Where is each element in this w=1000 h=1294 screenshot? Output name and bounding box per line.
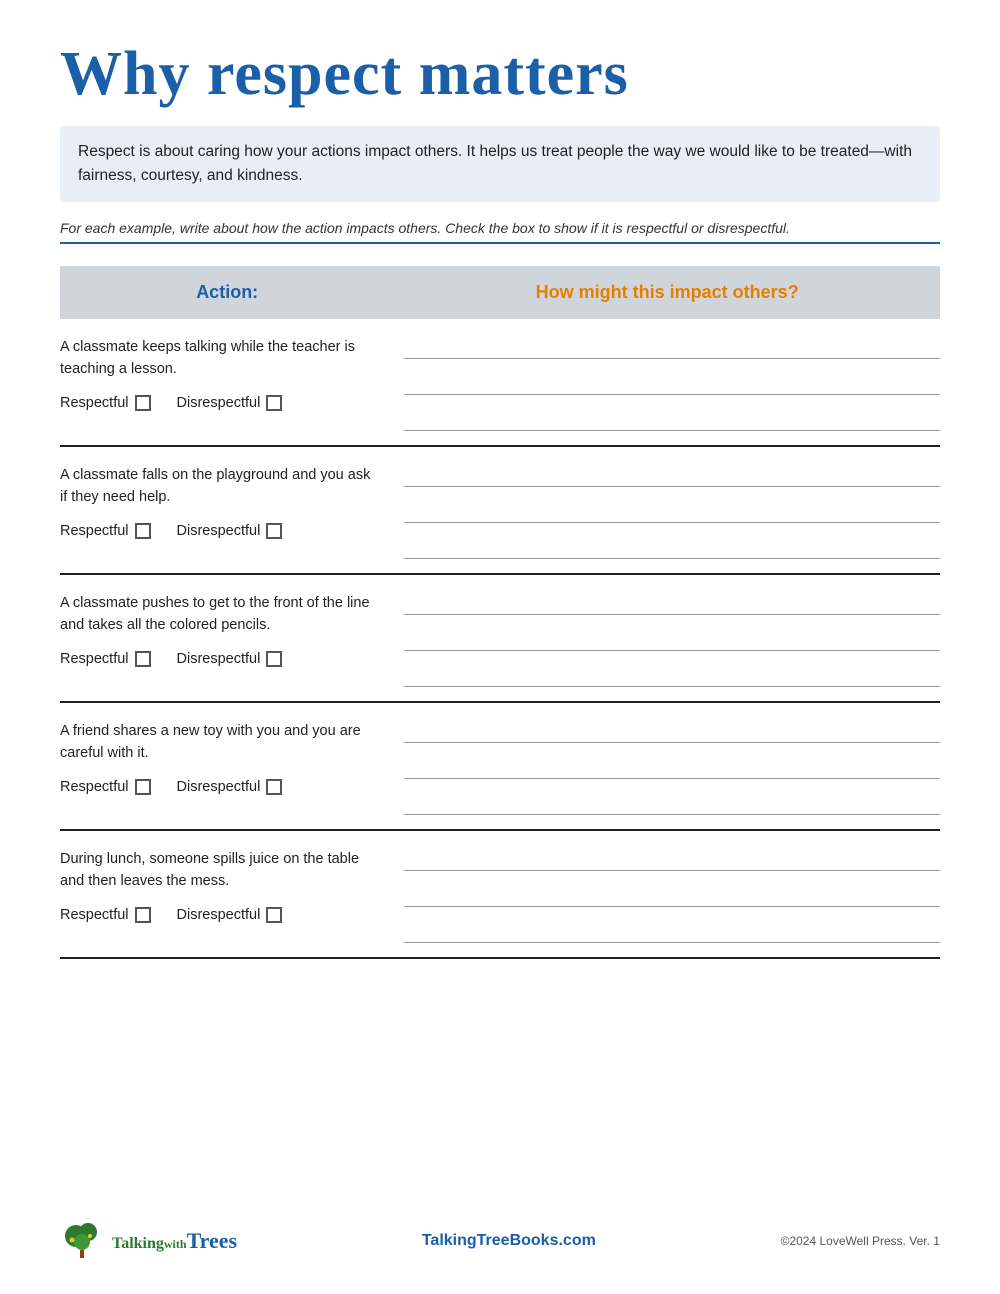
respectful-group-1: Respectful [60,395,151,411]
col-action-header: Action: [60,266,394,319]
respectful-checkbox-5[interactable] [135,907,151,923]
logo-trees: Trees [187,1228,238,1254]
scenario-left-1: A classmate keeps talking while the teac… [60,337,394,431]
respectful-group-3: Respectful [60,651,151,667]
footer-url: TalkingTreeBooks.com [422,1232,596,1250]
intro-box: Respect is about caring how your actions… [60,126,940,202]
write-line-4-1[interactable] [404,757,940,779]
logo-text-group: Talking with Trees [112,1228,237,1254]
scenario-right-3 [394,593,940,687]
scenario-right-4 [394,721,940,815]
write-line-1-0[interactable] [404,337,940,359]
scenario-text-3: A classmate pushes to get to the front o… [60,593,374,637]
page-title: Why respect matters [60,40,940,108]
respectful-label-1: Respectful [60,395,129,411]
write-line-2-0[interactable] [404,465,940,487]
logo-with: with [164,1237,187,1252]
disrespectful-group-1: Disrespectful [177,395,283,411]
write-line-1-1[interactable] [404,373,940,395]
instruction-text: For each example, write about how the ac… [60,220,940,244]
disrespectful-label-3: Disrespectful [177,651,261,667]
checkbox-row-5: Respectful Disrespectful [60,907,374,923]
write-line-5-1[interactable] [404,885,940,907]
write-line-3-1[interactable] [404,629,940,651]
disrespectful-group-5: Disrespectful [177,907,283,923]
scenario-row-1: A classmate keeps talking while the teac… [60,319,940,447]
scenario-left-3: A classmate pushes to get to the front o… [60,593,394,687]
disrespectful-label-5: Disrespectful [177,907,261,923]
logo-talking: Talking [112,1235,164,1253]
checkbox-row-2: Respectful Disrespectful [60,523,374,539]
footer-copyright: ©2024 LoveWell Press. Ver. 1 [781,1234,940,1248]
respectful-label-3: Respectful [60,651,129,667]
disrespectful-checkbox-3[interactable] [266,651,282,667]
scenario-text-2: A classmate falls on the playground and … [60,465,374,509]
scenario-right-2 [394,465,940,559]
respectful-label-5: Respectful [60,907,129,923]
logo-icon [60,1218,106,1264]
scenario-text-5: During lunch, someone spills juice on th… [60,849,374,893]
respectful-label-4: Respectful [60,779,129,795]
disrespectful-checkbox-1[interactable] [266,395,282,411]
disrespectful-group-4: Disrespectful [177,779,283,795]
write-line-4-2[interactable] [404,793,940,815]
scenario-row-4: A friend shares a new toy with you and y… [60,703,940,831]
disrespectful-label-2: Disrespectful [177,523,261,539]
disrespectful-checkbox-2[interactable] [266,523,282,539]
scenario-text-1: A classmate keeps talking while the teac… [60,337,374,381]
footer-logo: Talking with Trees [60,1218,237,1264]
respectful-group-5: Respectful [60,907,151,923]
disrespectful-checkbox-4[interactable] [266,779,282,795]
write-line-5-2[interactable] [404,921,940,943]
main-table: Action: How might this impact others? A … [60,266,940,959]
respectful-checkbox-1[interactable] [135,395,151,411]
scenario-left-2: A classmate falls on the playground and … [60,465,394,559]
disrespectful-group-3: Disrespectful [177,651,283,667]
checkbox-row-3: Respectful Disrespectful [60,651,374,667]
scenario-text-4: A friend shares a new toy with you and y… [60,721,374,765]
respectful-checkbox-2[interactable] [135,523,151,539]
scenario-row-5: During lunch, someone spills juice on th… [60,831,940,959]
respectful-checkbox-4[interactable] [135,779,151,795]
respectful-group-4: Respectful [60,779,151,795]
write-line-2-1[interactable] [404,501,940,523]
disrespectful-checkbox-5[interactable] [266,907,282,923]
write-line-4-0[interactable] [404,721,940,743]
scenario-right-1 [394,337,940,431]
write-line-3-0[interactable] [404,593,940,615]
disrespectful-label-4: Disrespectful [177,779,261,795]
scenario-left-5: During lunch, someone spills juice on th… [60,849,394,943]
disrespectful-group-2: Disrespectful [177,523,283,539]
col-impact-header: How might this impact others? [394,266,940,319]
footer: Talking with Trees TalkingTreeBooks.com … [60,1218,940,1264]
respectful-label-2: Respectful [60,523,129,539]
checkbox-row-4: Respectful Disrespectful [60,779,374,795]
scenario-left-4: A friend shares a new toy with you and y… [60,721,394,815]
scenario-row-2: A classmate falls on the playground and … [60,447,940,575]
write-line-3-2[interactable] [404,665,940,687]
scenario-row-3: A classmate pushes to get to the front o… [60,575,940,703]
scenario-right-5 [394,849,940,943]
table-header: Action: How might this impact others? [60,266,940,319]
write-line-2-2[interactable] [404,537,940,559]
scenarios-container: A classmate keeps talking while the teac… [60,319,940,959]
respectful-checkbox-3[interactable] [135,651,151,667]
disrespectful-label-1: Disrespectful [177,395,261,411]
checkbox-row-1: Respectful Disrespectful [60,395,374,411]
write-line-5-0[interactable] [404,849,940,871]
write-line-1-2[interactable] [404,409,940,431]
intro-text: Respect is about caring how your actions… [78,140,922,188]
respectful-group-2: Respectful [60,523,151,539]
